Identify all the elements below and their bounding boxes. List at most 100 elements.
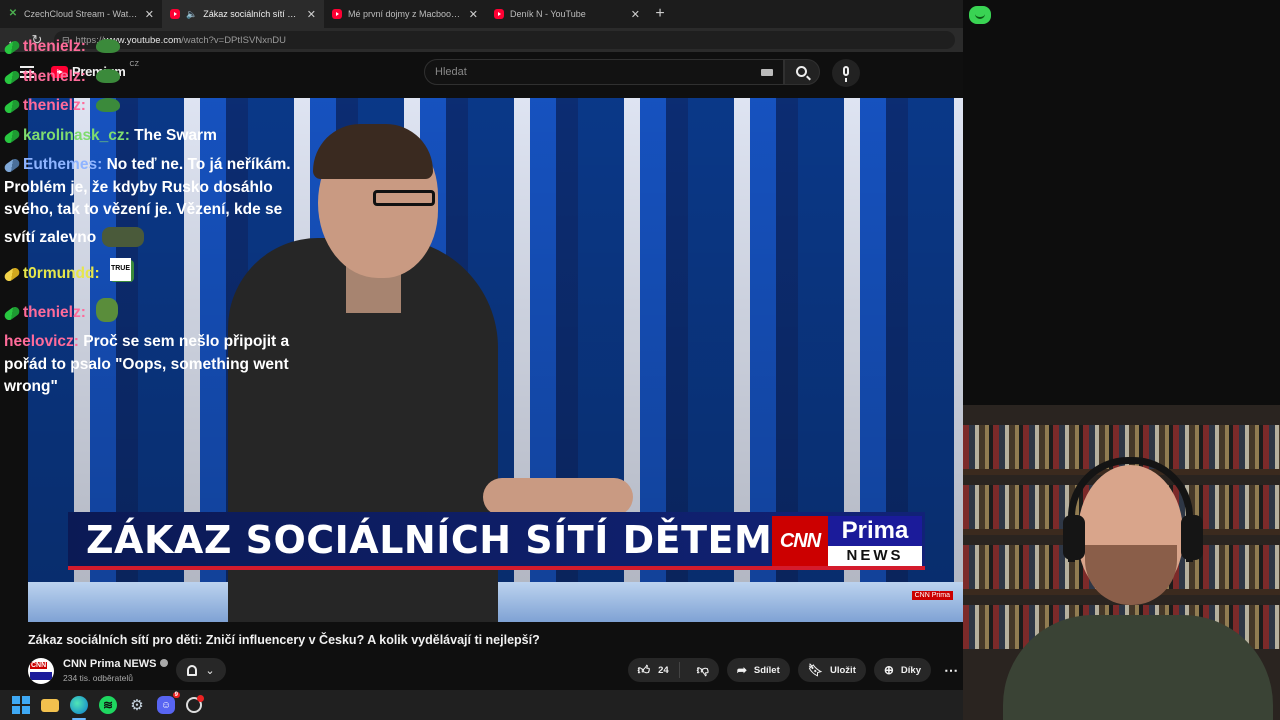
spotify-icon[interactable]: ≋ — [99, 696, 117, 714]
subscriber-badge-icon — [2, 98, 22, 115]
discord-icon[interactable]: ☺ 9 — [157, 692, 180, 714]
youtube-icon — [170, 9, 180, 19]
bell-icon — [187, 664, 198, 676]
channel-avatar[interactable] — [28, 658, 54, 684]
news-lower-third: ZÁKAZ SOCIÁLNÍCH SÍTÍ DĚTEM? CNN Prima N… — [68, 512, 925, 570]
close-icon[interactable]: ✕ — [469, 8, 478, 21]
streamer-body — [1003, 615, 1273, 720]
dislike-button[interactable]: 👎︎ — [687, 663, 719, 678]
chat-text: The Swarm — [134, 126, 217, 144]
subscriber-count: 234 tis. odběratelů — [63, 673, 133, 683]
chat-username[interactable]: t0rmundd — [23, 265, 94, 282]
chevron-down-icon: ⌄ — [205, 664, 215, 677]
subscriber-badge-icon — [2, 39, 22, 56]
chat-username[interactable]: thenielz — [23, 38, 81, 55]
chat-separator: : — [80, 303, 91, 321]
search-icon — [796, 66, 807, 77]
search-input[interactable]: Hledat — [424, 59, 784, 85]
share-icon: ➦ — [736, 663, 747, 677]
headset-ear-cup — [1181, 515, 1203, 560]
subscriber-badge-icon — [2, 68, 22, 86]
tab-title: Deník N - YouTube — [510, 9, 586, 19]
headset — [1068, 457, 1193, 562]
windows-taskbar: ≋ ⚙ ☺ 9 — [0, 690, 963, 720]
youtube-icon — [494, 9, 504, 19]
tab-title: Mé první dojmy z Macbook Neo. — [348, 9, 463, 19]
share-button[interactable]: ➦ Sdílet — [726, 658, 790, 682]
chat-username[interactable]: Euthemes — [23, 156, 97, 173]
lower-third-headline: ZÁKAZ SOCIÁLNÍCH SÍTÍ DĚTEM? — [86, 518, 795, 562]
chat-message: heelovicz: Proč se sem nešlo připojit a … — [4, 331, 313, 399]
chat-message: thenielz: — [2, 95, 313, 118]
subscriber-badge-icon — [2, 266, 22, 283]
obs-icon[interactable] — [186, 695, 204, 713]
like-button[interactable]: 👍︎ 24 — [628, 662, 680, 678]
cnn-logo: CNN — [772, 516, 828, 566]
pepe-emote — [969, 6, 991, 24]
chat-username[interactable]: heelovicz — [4, 333, 74, 350]
video-title: Zákaz sociálních sítí pro děti: Zničí in… — [28, 633, 540, 647]
edge-browser-icon[interactable] — [70, 696, 88, 720]
youtube-icon — [332, 9, 342, 19]
subscriber-badge-icon — [2, 304, 22, 322]
subscriber-badge-icon — [2, 157, 22, 174]
chat-message-list: thenielz: thenielz: thenielz: karolinask… — [2, 36, 313, 406]
steam-icon[interactable]: ⚙ — [128, 696, 146, 714]
headset-ear-cup — [1063, 515, 1085, 560]
chat-separator: : — [80, 38, 91, 55]
channel-row: CNN Prima NEWS 234 tis. odběratelů ⌄ 👍︎ 2… — [28, 656, 963, 686]
tab-title: CzechCloud Stream - Watch Live o — [24, 9, 139, 19]
chat-separator: : — [80, 97, 91, 114]
sip-emote — [96, 297, 119, 322]
chat-username[interactable]: thenielz — [23, 97, 81, 114]
search-button[interactable] — [784, 59, 820, 85]
thanks-icon: ⊕ — [883, 663, 894, 677]
new-tab-button[interactable]: + — [648, 0, 672, 28]
subscription-bell-button[interactable]: ⌄ — [176, 658, 226, 682]
chat-message: Euthemes: No teď ne. To já neříkám. Prob… — [2, 154, 313, 249]
pepe-emote — [96, 39, 121, 53]
chat-separator: : — [94, 265, 104, 282]
chat-message: thenielz: — [2, 293, 313, 325]
bookmark-icon: 🔖︎ — [807, 663, 823, 677]
more-actions-button[interactable]: ⋯ — [939, 658, 963, 682]
keyboard-icon[interactable] — [761, 69, 773, 76]
voice-search-button[interactable] — [832, 59, 860, 87]
chat-separator: : — [80, 67, 91, 85]
tab-denik-n[interactable]: Deník N - YouTube ✕ — [486, 0, 648, 28]
close-icon[interactable]: ✕ — [631, 8, 640, 21]
speaker-icon[interactable]: 🔈 — [186, 9, 197, 20]
thumbs-down-icon: 👎︎ — [696, 662, 709, 677]
close-icon[interactable]: ✕ — [145, 8, 154, 21]
chat-separator: : — [97, 156, 107, 173]
microphone-icon — [843, 66, 849, 82]
file-explorer-icon[interactable] — [41, 698, 59, 712]
like-dislike-group: 👍︎ 24 👎︎ — [627, 658, 719, 682]
notification-badge: 9 — [172, 692, 180, 698]
recording-dot — [197, 695, 204, 702]
guest-glasses — [373, 190, 435, 206]
tab-czechcloud[interactable]: ✕ CzechCloud Stream - Watch Live o ✕ — [0, 0, 162, 28]
tab-macbook-video[interactable]: Mé první dojmy z Macbook Neo. ✕ — [324, 0, 486, 28]
chat-username[interactable]: thenielz — [23, 68, 81, 85]
lower-third-redline — [68, 566, 925, 570]
video-actions: 👍︎ 24 👎︎ ➦ Sdílet 🔖︎ Uložit ⊕ Díky ⋯ — [627, 658, 963, 682]
truepepe-emote — [109, 258, 134, 282]
close-icon[interactable]: ✕ — [307, 8, 316, 21]
channel-bug: CNN Prima — [911, 591, 953, 600]
chat-username[interactable]: thenielz — [23, 304, 81, 321]
thanks-button[interactable]: ⊕ Díky — [873, 658, 931, 682]
pepe2-emote — [102, 226, 145, 247]
thumbs-up-icon: 👍︎ — [637, 662, 651, 677]
chat-message: karolinask_cz: The Swarm — [2, 125, 313, 148]
stream-chat-panel — [963, 0, 1280, 405]
channel-name[interactable]: CNN Prima NEWS — [63, 658, 168, 670]
save-button[interactable]: 🔖︎ Uložit — [797, 658, 866, 682]
tab-youtube-active[interactable]: 🔈 Zákaz sociálních sítí pro děti: ✕ — [162, 0, 324, 28]
like-count: 24 — [658, 664, 669, 676]
windows-start-icon[interactable] — [12, 696, 30, 714]
browser-tab-strip: ✕ CzechCloud Stream - Watch Live o ✕ 🔈 Z… — [0, 0, 963, 28]
chat-separator: : — [73, 333, 84, 350]
chat-username[interactable]: karolinask_cz — [23, 127, 125, 144]
chat-message: thenielz: — [2, 36, 313, 59]
